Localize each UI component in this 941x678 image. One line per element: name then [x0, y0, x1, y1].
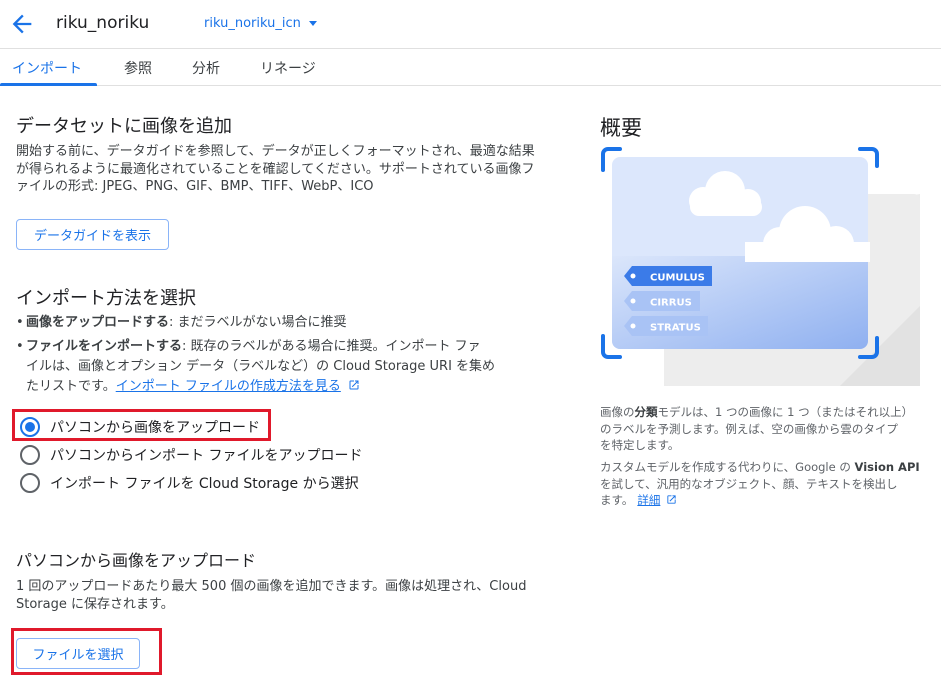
tab-bar: インポート 参照 分析 リネージ [0, 48, 941, 86]
radio-upload-import-file-label: パソコンからインポート ファイルをアップロード [50, 448, 363, 464]
label-tag-cumulus: CUMULUS [650, 273, 705, 284]
view-data-guide-button[interactable]: データガイドを表示 [16, 219, 169, 250]
overview-title: 概要 [600, 116, 642, 140]
dataset-selector[interactable]: riku_noriku_icn [204, 16, 317, 31]
bullet-import-line2: イルは、画像とオプション データ（ラベルなど）の Cloud Storage U… [26, 359, 496, 374]
top-bar: riku_noriku riku_noriku_icn [0, 0, 941, 48]
dataset-selector-label: riku_noriku_icn [204, 16, 301, 31]
radio-upload-import-file[interactable]: パソコンからインポート ファイルをアップロード [20, 444, 362, 466]
bullet-import-text: : 既存のラベルがある場合に推奨。インポート ファ [182, 339, 481, 354]
highlight-box-button [11, 628, 162, 675]
overview-vision-api-text: カスタムモデルを作成する代わりに、Google の Vision API を試し… [600, 460, 920, 507]
add-images-description: 開始する前に、データガイドを参照して、データが正しくフォーマットされ、最適な結果… [16, 143, 535, 196]
bullet-import-line3: たリストです。 [26, 379, 116, 394]
bullet-upload-bold: 画像をアップロードする [26, 315, 170, 330]
add-images-title: データセットに画像を追加 [16, 116, 232, 137]
tab-import[interactable]: インポート [12, 58, 82, 78]
bullet-import-bold: ファイルをインポートする [26, 339, 183, 354]
radio-cloud-storage[interactable]: インポート ファイルを Cloud Storage から選択 [20, 472, 359, 494]
label-tag-stratus: STRATUS [650, 323, 701, 334]
bullet-upload-text: : まだラベルがない場合に推奨 [169, 315, 347, 330]
upload-description: 1 回のアップロードあたり最大 500 個の画像を追加できます。画像は処理され、… [16, 578, 526, 613]
external-link-icon [667, 495, 676, 504]
bullet-upload-images: • 画像をアップロードする: まだラベルがない場合に推奨 [16, 315, 347, 330]
classification-bold: 分類 [634, 405, 658, 419]
caret-down-icon [308, 21, 317, 26]
upload-desc-line: 1 回のアップロードあたり最大 500 個の画像を追加できます。画像は処理され、… [16, 579, 527, 594]
upload-section-title: パソコンから画像をアップロード [16, 551, 257, 570]
radio-unselected-icon[interactable] [20, 473, 40, 493]
bullet-import-files: • ファイルをインポートする: 既存のラベルがある場合に推奨。インポート ファ … [16, 337, 546, 397]
upload-desc-line: Storage に保存されます。 [16, 596, 174, 612]
overview-classification-text: 画像の分類モデルは、1 つの画像に 1 つ（またはそれ以上） のラベルを予測しま… [600, 405, 914, 452]
tab-lineage[interactable]: リネージ [260, 58, 316, 78]
external-link-icon [349, 380, 359, 390]
vision-api-bold: Vision API [854, 460, 920, 474]
dataset-name: riku_noriku [56, 13, 150, 33]
add-images-desc-line: 開始する前に、データガイドを参照して、データが正しくフォーマットされ、最適な結果 [16, 144, 535, 159]
active-tab-indicator [0, 83, 97, 86]
import-file-howto-link[interactable]: インポート ファイルの作成方法を見る [116, 379, 341, 394]
import-method-title: インポート方法を選択 [16, 288, 196, 309]
radio-unselected-icon[interactable] [20, 445, 40, 465]
details-link[interactable]: 詳細 [637, 493, 660, 507]
tab-browse[interactable]: 参照 [124, 58, 152, 78]
add-images-desc-line: が得られるように最適化されていることを確認してください。サポートされている画像フ [16, 161, 535, 177]
radio-cloud-storage-label: インポート ファイルを Cloud Storage から選択 [50, 476, 359, 492]
label-tag-cirrus: CIRRUS [650, 298, 692, 309]
add-images-desc-line: ァイルの形式: JPEG、PNG、GIF、BMP、TIFF、WebP、ICO [16, 179, 374, 194]
back-arrow-icon[interactable] [8, 10, 36, 38]
tab-analyze[interactable]: 分析 [192, 58, 220, 78]
highlight-box-radio [12, 409, 271, 441]
cloud-classification-illustration: CUMULUS CIRRUS STRATUS [600, 146, 922, 386]
